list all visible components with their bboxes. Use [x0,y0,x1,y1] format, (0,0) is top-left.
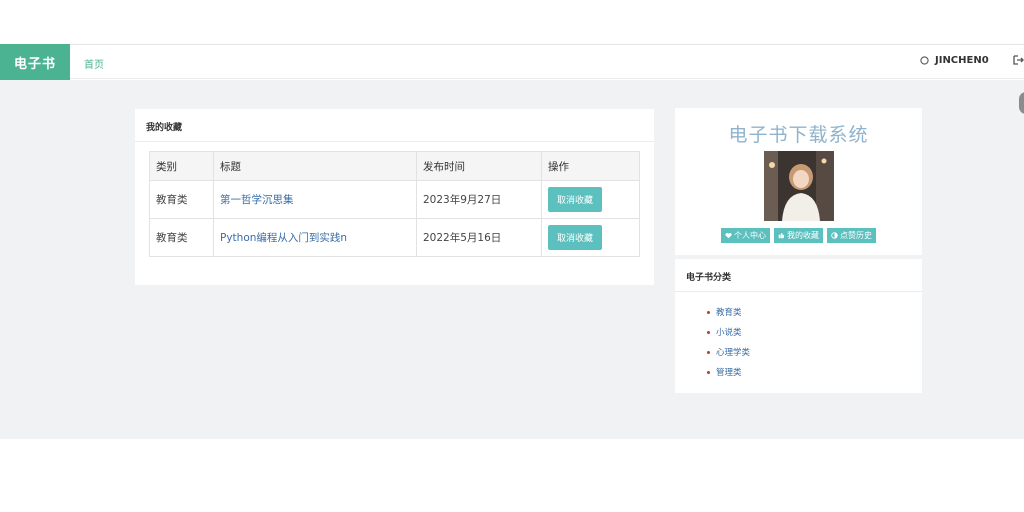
unfavorite-button[interactable]: 取消收藏 [548,187,603,212]
brand-logo[interactable]: 电子书 [0,44,70,80]
unfavorite-button[interactable]: 取消收藏 [548,225,603,250]
top-navbar: 电子书 首页 JINCHEN0 [0,44,1024,80]
avatar-image [764,151,834,221]
list-item[interactable]: 管理类 [707,362,750,382]
nav-home-link[interactable]: 首页 [84,56,104,71]
user-menu[interactable]: JINCHEN0 [920,55,989,66]
like-history-link[interactable]: 点赞历史 [827,228,876,243]
half-circle-icon [831,232,838,239]
list-item[interactable]: 教育类 [707,302,750,322]
personal-center-link[interactable]: 个人中心 [721,228,770,243]
site-title: 电子书下载系统 [728,124,869,146]
book-title-link[interactable]: 第一哲学沉思集 [220,194,294,206]
list-item[interactable]: 心理学类 [707,342,750,362]
category-list: 教育类 小说类 心理学类 管理类 [707,302,750,382]
username-label: JINCHEN0 [935,55,989,66]
table-row: 教育类 Python编程从入门到实践n 2022年5月16日 取消收藏 [149,218,640,257]
logout-icon[interactable] [1013,54,1024,66]
bullet-icon [707,350,710,354]
column-header-title: 标题 [213,151,417,181]
scroll-handle[interactable] [1019,92,1024,114]
column-header-date: 发布时间 [416,151,542,181]
bullet-icon [707,310,710,314]
profile-card: 电子书下载系统 个人中心 我的收藏 点赞历史 [675,108,922,255]
my-favorites-link[interactable]: 我的收藏 [774,228,823,243]
bullet-icon [707,370,710,374]
table-row: 教育类 第一哲学沉思集 2023年9月27日 取消收藏 [149,180,640,219]
table-header-row: 类别 标题 发布时间 操作 [149,151,640,181]
book-title-link[interactable]: Python编程从入门到实践n [220,232,347,244]
bullet-icon [707,330,710,334]
list-item[interactable]: 小说类 [707,322,750,342]
row-category: 教育类 [149,180,214,219]
category-panel-title: 电子书分类 [675,259,922,292]
row-category: 教育类 [149,218,214,257]
column-header-action: 操作 [541,151,640,181]
row-date: 2023年9月27日 [416,180,542,219]
avatar [764,151,834,221]
favorites-table: 类别 标题 发布时间 操作 教育类 第一哲学沉思集 2023年9月27日 取消收… [149,151,640,257]
column-header-category: 类别 [149,151,214,181]
heart-icon [725,232,732,239]
category-panel: 电子书分类 教育类 小说类 心理学类 管理类 [675,259,922,393]
user-icon [920,56,929,65]
row-date: 2022年5月16日 [416,218,542,257]
profile-links: 个人中心 我的收藏 点赞历史 [675,228,922,243]
thumbs-up-icon [778,232,785,239]
favorites-panel-title: 我的收藏 [135,109,654,142]
